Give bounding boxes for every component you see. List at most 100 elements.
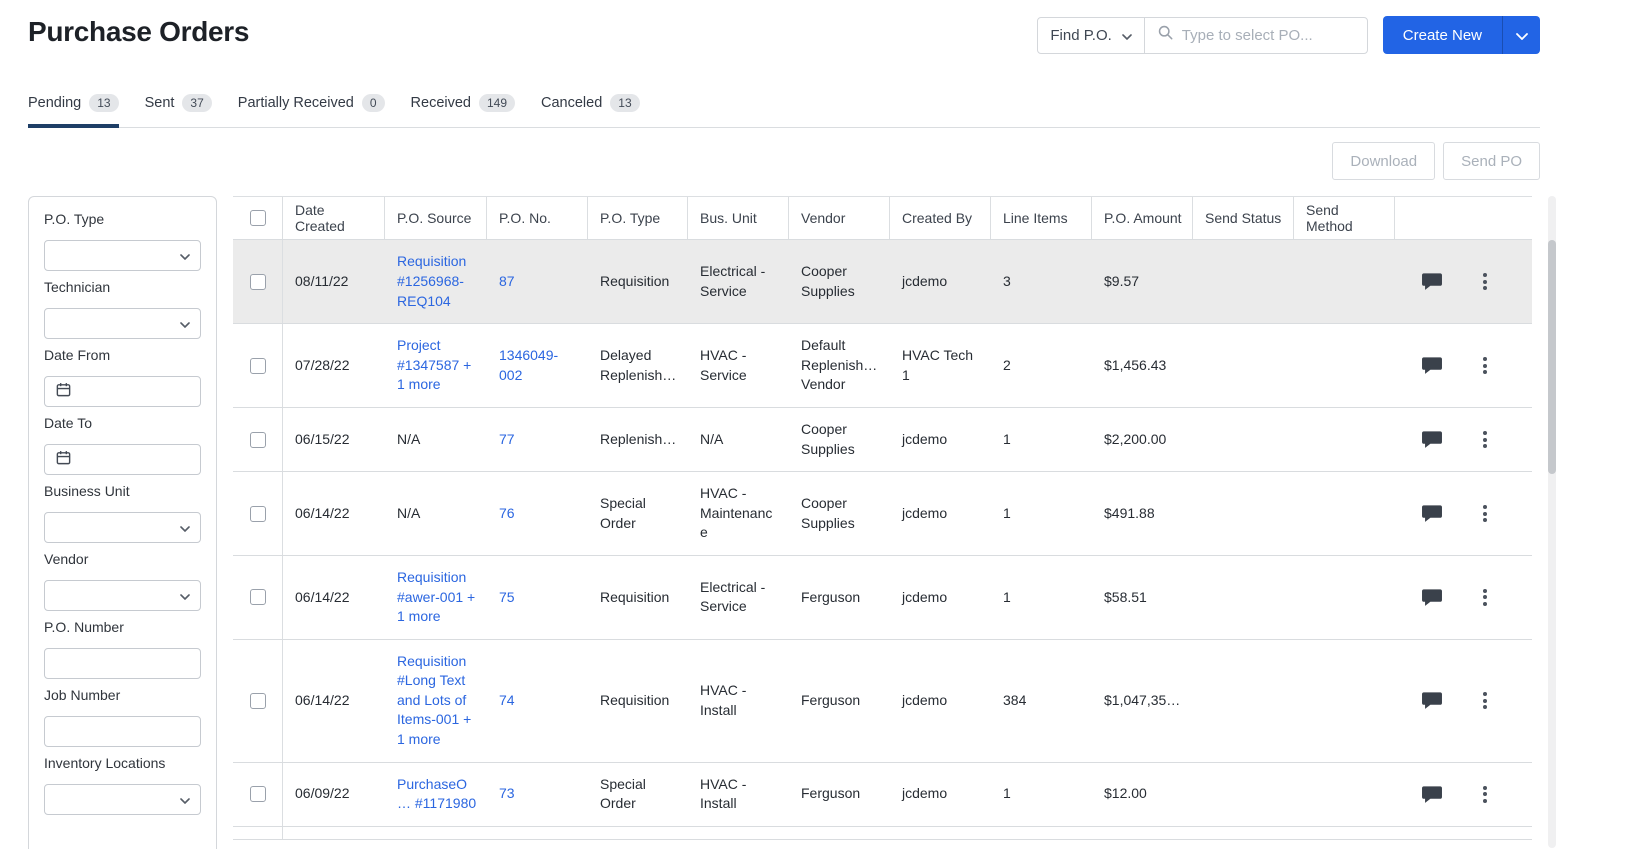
date-from-input[interactable] (44, 376, 201, 408)
comment-icon[interactable] (1421, 272, 1443, 291)
chevron-down-icon (1121, 27, 1132, 44)
cell-created-by: jcdemo (902, 272, 948, 289)
create-new-button[interactable]: Create New (1382, 16, 1502, 54)
po-no-link[interactable]: 77 (499, 431, 515, 447)
tab-received[interactable]: Received 149 (410, 84, 516, 127)
col-send-method: Send Method (1294, 197, 1395, 240)
row-checkbox[interactable] (249, 357, 266, 374)
tab-count-badge: 37 (182, 94, 212, 113)
cell-vendor: Ferguson (801, 785, 861, 802)
kebab-menu-icon[interactable] (1477, 355, 1493, 376)
table-row[interactable]: 06/14/22 N/A 76 Special Order HVAC - Mai… (233, 472, 1532, 556)
technician-select[interactable] (44, 308, 201, 340)
po-source-link[interactable]: Requisition #awer-001 + 1 more (397, 569, 475, 624)
cell-bus-unit: Electrical - Service (700, 263, 766, 299)
calendar-icon (55, 381, 72, 403)
po-source-link[interactable]: Requisition #1256968-REQ104 (397, 253, 466, 308)
comment-icon[interactable] (1421, 691, 1443, 710)
chevron-down-icon (1515, 28, 1528, 43)
kebab-menu-icon[interactable] (1477, 784, 1493, 805)
tab-partially-received[interactable]: Partially Received 0 (238, 84, 385, 127)
table-row[interactable]: 06/15/22 N/A 77 Replenish… N/A Cooper Su… (233, 407, 1532, 473)
select-all-checkbox[interactable] (249, 210, 266, 227)
date-to-input[interactable] (44, 444, 201, 476)
row-checkbox[interactable] (249, 786, 266, 803)
po-source-link[interactable]: PurchaseO… #1171980 (397, 776, 476, 812)
cell-po-amount: $1,047,35… (1104, 691, 1181, 708)
comment-icon[interactable] (1421, 504, 1443, 523)
tab-label: Received (410, 95, 471, 112)
cell-bus-unit: N/A (700, 430, 724, 447)
row-checkbox[interactable] (249, 505, 266, 522)
table-scrollbar[interactable] (1548, 196, 1556, 849)
status-tabs: Pending 13 Sent 37 Partially Received 0 … (28, 84, 1540, 129)
cell-bus-unit: HVAC - Maintenance (700, 485, 773, 541)
job-number-input[interactable] (55, 723, 190, 740)
cell-created-by: jcdemo (902, 430, 948, 447)
cell-created-by: jcdemo (902, 785, 948, 802)
inventory-locations-label: Inventory Locations (44, 755, 166, 772)
kebab-menu-icon[interactable] (1477, 503, 1493, 524)
vendor-select[interactable] (44, 580, 201, 612)
row-checkbox[interactable] (249, 692, 266, 709)
po-source-link[interactable]: Project #1347587 + 1 more (397, 337, 471, 392)
create-new-dropdown-button[interactable] (1502, 16, 1540, 54)
calendar-icon (55, 449, 72, 471)
cell-send-status (1193, 502, 1294, 526)
find-po-group: Find P.O. (1037, 16, 1368, 54)
page-title: Purchase Orders (28, 16, 250, 47)
po-no-link[interactable]: 75 (499, 589, 515, 605)
filter-panel: P.O. Type Technician Date From Date To B… (28, 196, 217, 849)
table-row[interactable]: 06/09/22 PurchaseO… #1171980 73 Special … (233, 762, 1532, 827)
table-row[interactable]: 06/14/22 Requisition #Long Text and Lots… (233, 639, 1532, 763)
po-no-link[interactable]: 73 (499, 785, 515, 801)
kebab-menu-icon[interactable] (1477, 271, 1493, 292)
po-number-input[interactable] (55, 655, 190, 672)
cell-line-items: 3 (1003, 272, 1011, 289)
kebab-menu-icon[interactable] (1477, 429, 1493, 450)
po-no-link[interactable]: 76 (499, 505, 515, 521)
cell-line-items: 1 (1003, 588, 1011, 605)
po-search-box (1145, 18, 1367, 53)
kebab-menu-icon[interactable] (1477, 690, 1493, 711)
po-no-link[interactable]: 1346049-002 (499, 347, 558, 383)
comment-icon[interactable] (1421, 430, 1443, 449)
po-source-link[interactable]: Requisition #Long Text and Lots of Items… (397, 653, 471, 747)
cell-po-amount: $2,200.00 (1104, 430, 1167, 447)
table-row[interactable]: 06/14/22 Requisition #awer-001 + 1 more … (233, 555, 1532, 640)
table-row[interactable]: 08/11/22 Requisition #1256968-REQ104 87 … (233, 240, 1532, 325)
po-no-link[interactable]: 74 (499, 692, 515, 708)
cell-date-created: 06/14/22 (295, 588, 350, 605)
comment-icon[interactable] (1421, 588, 1443, 607)
po-no-link[interactable]: 87 (499, 273, 515, 289)
table-row[interactable]: 07/28/22 Project #1347587 + 1 more 13460… (233, 324, 1532, 408)
kebab-menu-icon[interactable] (1477, 587, 1493, 608)
find-po-dropdown[interactable]: Find P.O. (1038, 17, 1145, 53)
cell-po-type: Special Order (600, 494, 646, 531)
business-unit-select[interactable] (44, 512, 201, 544)
tab-sent[interactable]: Sent 37 (145, 84, 212, 127)
chevron-down-icon (180, 315, 190, 333)
send-po-button[interactable]: Send PO (1443, 142, 1540, 181)
row-checkbox[interactable] (249, 273, 266, 290)
cell-line-items: 384 (1003, 691, 1027, 708)
po-table: Date Created P.O. Source P.O. No. P.O. T… (233, 196, 1532, 848)
download-button[interactable]: Download (1332, 142, 1436, 181)
inventory-locations-select[interactable] (44, 784, 201, 816)
col-line-items: Line Items (991, 197, 1092, 240)
cell-po-amount: $1,456.43 (1104, 356, 1167, 373)
scrollbar-thumb[interactable] (1548, 240, 1556, 475)
cell-bus-unit: HVAC - Service (700, 346, 747, 383)
po-type-select[interactable] (44, 240, 201, 272)
po-search-input[interactable] (1181, 26, 1355, 44)
tab-label: Canceled (541, 95, 603, 112)
row-checkbox[interactable] (249, 431, 266, 448)
row-checkbox[interactable] (249, 589, 266, 606)
comment-icon[interactable] (1421, 356, 1443, 375)
tab-pending[interactable]: Pending 13 (28, 84, 119, 129)
date-from-label: Date From (44, 347, 111, 364)
tab-label: Partially Received (237, 95, 354, 112)
comment-icon[interactable] (1421, 785, 1443, 804)
tab-canceled[interactable]: Canceled 13 (541, 84, 640, 127)
create-new-split-button: Create New (1382, 16, 1540, 54)
